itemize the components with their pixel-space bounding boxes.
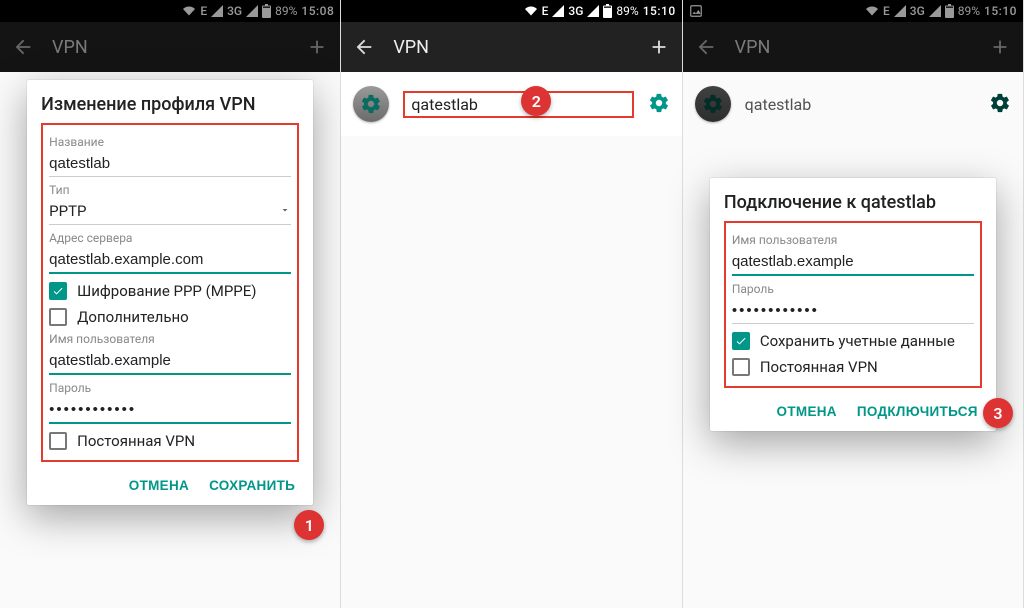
type-label: Тип	[49, 183, 291, 197]
wifi-icon	[865, 5, 879, 17]
app-bar: VPN	[341, 22, 681, 72]
password-label: Пароль	[732, 282, 974, 296]
gear-icon	[989, 92, 1011, 114]
add-button[interactable]	[989, 36, 1011, 58]
cancel-button[interactable]: ОТМЕНА	[777, 404, 837, 419]
network-label: 3G	[568, 4, 583, 18]
step-badge-3: 3	[983, 398, 1013, 428]
app-bar: VPN	[683, 22, 1023, 72]
always-on-label: Постоянная VPN	[760, 358, 878, 376]
server-input[interactable]	[49, 245, 291, 274]
clock: 15:10	[984, 4, 1017, 18]
ppp-checkbox[interactable]: Шифрование PPP (MPPE)	[49, 282, 291, 300]
network-type: E	[200, 4, 207, 18]
edit-vpn-dialog: Изменение профиля VPN Название Тип PPTP …	[27, 80, 313, 505]
dialog-title: Подключение к qatestlab	[724, 192, 982, 213]
picture-icon	[689, 4, 703, 18]
type-select[interactable]: PPTP	[49, 197, 291, 225]
signal-icon-2	[587, 5, 599, 17]
always-on-label: Постоянная VPN	[77, 432, 195, 450]
battery-icon	[262, 4, 271, 18]
name-label: Название	[49, 135, 291, 149]
add-button[interactable]	[306, 36, 328, 58]
vpn-list-item[interactable]: qatestlab	[341, 72, 681, 136]
signal-icon	[211, 5, 223, 17]
cancel-button[interactable]: ОТМЕНА	[129, 478, 189, 493]
server-label: Адрес сервера	[49, 231, 291, 245]
username-label: Имя пользователя	[49, 332, 291, 346]
password-label: Пароль	[49, 381, 291, 395]
battery-pct: 89%	[275, 4, 297, 18]
vpn-icon	[353, 86, 389, 122]
chevron-down-icon	[279, 201, 291, 220]
network-label: 3G	[910, 4, 925, 18]
appbar-title: VPN	[735, 37, 971, 58]
back-button[interactable]	[695, 36, 717, 58]
password-input[interactable]	[732, 296, 974, 324]
appbar-title: VPN	[52, 37, 288, 58]
username-input[interactable]	[49, 346, 291, 375]
battery-icon	[603, 4, 612, 18]
status-bar: E 3G 89% 15:08	[0, 0, 340, 22]
vpn-item-name: qatestlab	[403, 91, 633, 118]
screenshot-1: E 3G 89% 15:08 VPN Изменение профиля VPN…	[0, 0, 341, 608]
app-bar: VPN	[0, 22, 340, 72]
connect-dialog: Подключение к qatestlab Имя пользователя…	[710, 178, 996, 431]
checkbox-off-icon	[49, 308, 67, 326]
battery-pct: 89%	[958, 4, 980, 18]
dialog-actions: ОТМЕНА ПОДКЛЮЧИТЬСЯ	[724, 394, 982, 423]
username-input[interactable]	[732, 247, 974, 276]
checkbox-off-icon	[49, 432, 67, 450]
checkbox-on-icon	[732, 332, 750, 350]
dialog-title: Изменение профиля VPN	[41, 94, 299, 115]
always-on-checkbox[interactable]: Постоянная VPN	[49, 432, 291, 450]
vpn-item-settings-button[interactable]	[989, 92, 1011, 117]
status-bar: E 3G 89% 15:10	[683, 0, 1023, 22]
advanced-label: Дополнительно	[77, 308, 189, 326]
name-input[interactable]	[49, 149, 291, 177]
status-bar: E 3G 89% 15:10	[341, 0, 681, 22]
appbar-title: VPN	[393, 37, 629, 58]
signal-icon	[894, 5, 906, 17]
ppp-label: Шифрование PPP (MPPE)	[77, 282, 256, 300]
connect-button[interactable]: ПОДКЛЮЧИТЬСЯ	[857, 404, 978, 419]
save-button[interactable]: СОХРАНИТЬ	[209, 478, 295, 493]
screenshot-3: E 3G 89% 15:10 VPN qatestlab	[683, 0, 1024, 608]
wifi-icon	[524, 5, 538, 17]
vpn-list-item[interactable]: qatestlab	[683, 72, 1023, 136]
signal-icon-2	[246, 5, 258, 17]
back-button[interactable]	[12, 36, 34, 58]
network-type: E	[542, 4, 549, 18]
vpn-icon	[695, 86, 731, 122]
advanced-checkbox[interactable]: Дополнительно	[49, 308, 291, 326]
always-on-checkbox[interactable]: Постоянная VPN	[732, 358, 974, 376]
signal-icon-2	[929, 5, 941, 17]
checkbox-off-icon	[732, 358, 750, 376]
checkbox-on-icon	[49, 282, 67, 300]
form-highlight: Имя пользователя Пароль Сохранить учетны…	[724, 221, 982, 388]
username-label: Имя пользователя	[732, 233, 974, 247]
clock: 15:08	[301, 4, 334, 18]
wifi-icon	[182, 5, 196, 17]
vpn-item-settings-button[interactable]	[648, 92, 670, 117]
password-input[interactable]	[49, 395, 291, 424]
remember-checkbox[interactable]: Сохранить учетные данные	[732, 332, 974, 350]
type-value: PPTP	[49, 202, 86, 220]
add-button[interactable]	[648, 36, 670, 58]
network-type: E	[883, 4, 890, 18]
gear-icon	[648, 92, 670, 114]
battery-icon	[945, 4, 954, 18]
clock: 15:10	[643, 4, 676, 18]
network-label: 3G	[227, 4, 242, 18]
remember-label: Сохранить учетные данные	[760, 332, 955, 350]
vpn-item-name: qatestlab	[745, 95, 975, 114]
form-highlight: Название Тип PPTP Адрес сервера Шифрован…	[41, 123, 299, 462]
battery-pct: 89%	[616, 4, 638, 18]
back-button[interactable]	[353, 36, 375, 58]
signal-icon	[552, 5, 564, 17]
dialog-actions: ОТМЕНА СОХРАНИТЬ	[41, 468, 299, 497]
screenshot-2: E 3G 89% 15:10 VPN qatestlab	[341, 0, 682, 608]
